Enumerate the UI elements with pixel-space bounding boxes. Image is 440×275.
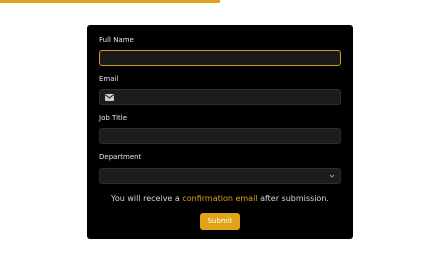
full-name-field[interactable] <box>99 50 341 71</box>
email-label: Email <box>99 75 119 83</box>
full-name-input[interactable] <box>100 57 340 71</box>
job-title-input[interactable] <box>100 135 340 149</box>
department-label: Department <box>99 153 142 161</box>
chevron-down-icon <box>329 174 335 178</box>
full-name-label: Full Name <box>99 36 134 44</box>
form-card: Full Name Email Job Title Department You… <box>87 25 353 239</box>
department-select[interactable] <box>99 168 341 184</box>
confirmation-email-link[interactable]: confirmation email <box>182 194 257 203</box>
top-progress-bar <box>0 0 220 3</box>
email-field[interactable] <box>99 89 341 110</box>
mail-icon <box>105 94 114 101</box>
notice-text-after: after submission. <box>257 194 329 203</box>
notice-text-before: You will receive a <box>111 194 183 203</box>
confirmation-notice: You will receive a confirmation email af… <box>87 194 353 204</box>
job-title-field[interactable] <box>99 128 341 149</box>
job-title-label: Job Title <box>99 114 128 122</box>
submit-button[interactable]: Submit <box>200 213 240 230</box>
email-input[interactable] <box>100 96 340 110</box>
